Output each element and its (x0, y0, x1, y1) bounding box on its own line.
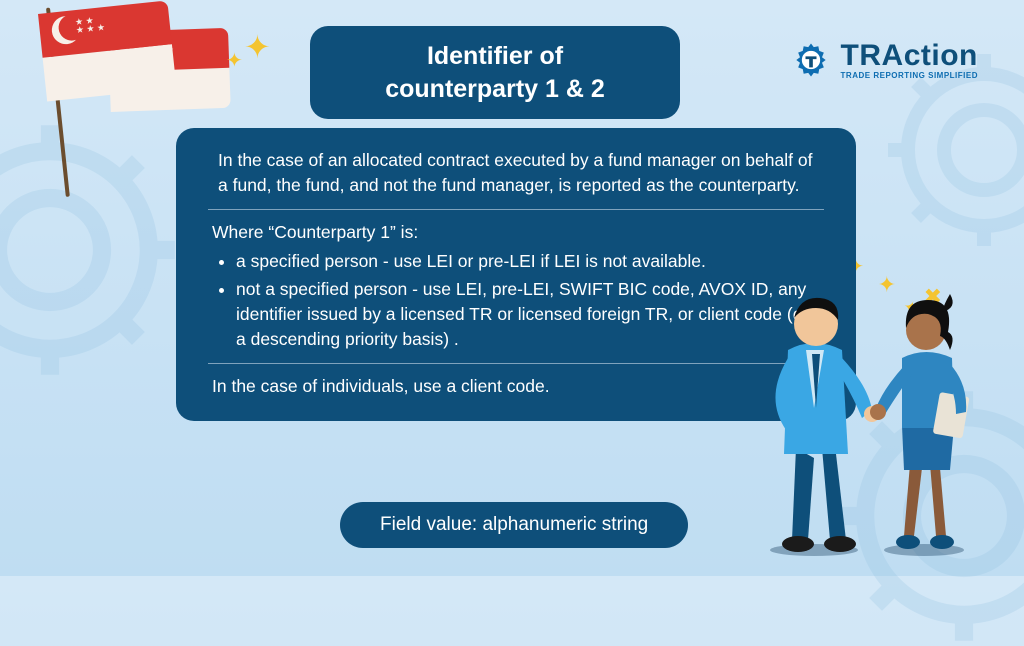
logo-name: TRAction (841, 41, 978, 71)
slide-title: Identifier of counterparty 1 & 2 (310, 26, 680, 119)
singapore-flag-icon: ★ ★★ ★ ★ ★ ★★ ★ ★ (18, 8, 188, 188)
traction-logo: TRAction TRADE REPORTING SIMPLIFIED (789, 38, 978, 82)
bullet-item: a specified person - use LEI or pre-LEI … (236, 249, 820, 274)
intro-paragraph: In the case of an allocated contract exe… (212, 148, 820, 199)
logo-gear-icon (789, 38, 833, 82)
field-value-pill: Field value: alphanumeric string (340, 502, 688, 548)
divider (208, 363, 824, 364)
where-line: Where “Counterparty 1” is: (212, 220, 820, 245)
handshake-illustration-icon (744, 258, 984, 558)
title-line1: Identifier of (334, 40, 656, 73)
individuals-paragraph: In the case of individuals, use a client… (212, 374, 820, 399)
sparkle-icon: ✦ (226, 48, 243, 73)
title-line2: counterparty 1 & 2 (334, 73, 656, 106)
sparkle-icon: ✦ (244, 28, 271, 66)
logo-tagline: TRADE REPORTING SIMPLIFIED (841, 71, 978, 80)
divider (208, 209, 824, 210)
bullet-item: not a specified person - use LEI, pre-LE… (236, 277, 820, 353)
